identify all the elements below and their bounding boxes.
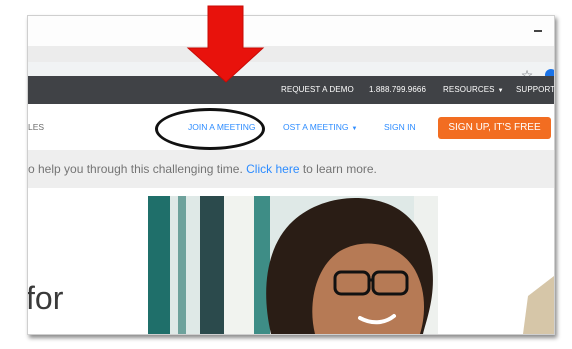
red-arrow-icon (186, 5, 265, 83)
